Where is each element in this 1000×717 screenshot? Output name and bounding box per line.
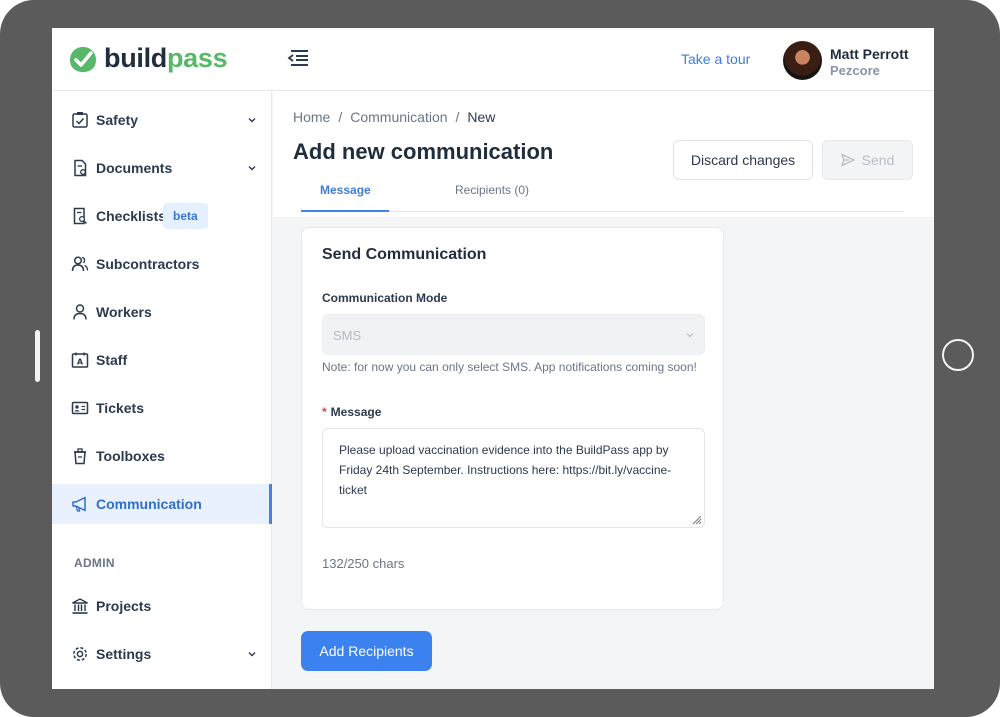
avatar[interactable] xyxy=(783,41,822,80)
discard-changes-button[interactable]: Discard changes xyxy=(673,140,813,180)
card-title: Send Communication xyxy=(322,246,487,263)
app-screen: buildpass Take a tour Matt Perrott Pezco… xyxy=(52,28,934,689)
tab-message[interactable]: Message xyxy=(320,183,371,197)
sidebar-item-safety[interactable]: Safety xyxy=(52,100,271,140)
communication-mode-value: SMS xyxy=(333,328,362,343)
user-name: Matt Perrott xyxy=(830,46,909,62)
send-icon xyxy=(840,153,855,167)
id-card-icon: A xyxy=(71,352,89,368)
logo-text-build: build xyxy=(104,43,167,73)
communication-mode-select[interactable]: SMS xyxy=(322,314,705,355)
sidebar-item-label: Settings xyxy=(96,646,152,662)
breadcrumb-current: New xyxy=(467,109,496,125)
chevron-down-icon xyxy=(248,652,256,657)
mode-note: Note: for now you can only select SMS. A… xyxy=(322,360,697,374)
breadcrumb-separator: / xyxy=(338,109,343,125)
sidebar-item-projects[interactable]: Projects xyxy=(52,586,271,626)
sidebar-item-workers[interactable]: Workers xyxy=(52,292,271,332)
sidebar-item-label: Subcontractors xyxy=(96,256,200,272)
resize-handle-icon[interactable] xyxy=(692,515,702,525)
breadcrumb-separator: / xyxy=(455,109,460,125)
sidebar-item-settings[interactable]: Settings xyxy=(52,634,271,674)
sidebar-item-label: Documents xyxy=(96,160,173,176)
active-tab-indicator xyxy=(301,210,389,212)
breadcrumb-home[interactable]: Home xyxy=(293,109,330,125)
svg-text:A: A xyxy=(77,358,84,367)
breadcrumb-communication[interactable]: Communication xyxy=(350,109,447,125)
document-icon xyxy=(74,159,87,177)
buildpass-logo[interactable]: buildpass xyxy=(66,43,228,74)
character-count: 132/250 chars xyxy=(322,556,405,571)
message-text: Please upload vaccination evidence into … xyxy=(339,443,672,497)
chevron-down-icon xyxy=(686,333,694,338)
beta-badge: beta xyxy=(163,203,208,229)
message-textarea[interactable]: Please upload vaccination evidence into … xyxy=(322,428,705,528)
message-label: * Message xyxy=(322,405,381,419)
logo-check-icon xyxy=(70,46,96,72)
logo-text: buildpass xyxy=(104,43,228,74)
sidebar-item-documents[interactable]: Documents xyxy=(52,148,271,188)
ticket-icon xyxy=(71,401,89,415)
take-tour-link[interactable]: Take a tour xyxy=(681,51,750,67)
page-title: Add new communication xyxy=(293,139,554,164)
breadcrumb: Home / Communication / New xyxy=(293,109,495,125)
tablet-side-button xyxy=(35,330,40,382)
tab-recipients[interactable]: Recipients (0) xyxy=(455,183,529,197)
top-bar: buildpass Take a tour Matt Perrott Pezco… xyxy=(52,28,934,91)
message-label-text: Message xyxy=(330,405,382,419)
user-icon xyxy=(73,304,87,320)
toolbox-icon xyxy=(74,448,86,465)
menu-collapse-icon[interactable] xyxy=(287,48,309,68)
sidebar-item-tickets[interactable]: Tickets xyxy=(52,388,271,428)
tabs-divider xyxy=(301,211,904,212)
communication-mode-label: Communication Mode xyxy=(322,291,448,305)
admin-section-label: ADMIN xyxy=(74,556,115,570)
chevron-down-icon xyxy=(248,118,256,123)
page-header: Home / Communication / New Add new communica… xyxy=(273,91,934,217)
tablet-home-button xyxy=(942,339,974,371)
megaphone-icon xyxy=(72,496,86,512)
building-icon xyxy=(72,598,88,614)
users-icon xyxy=(71,256,89,272)
checkbox-clipboard-icon xyxy=(72,112,88,128)
sidebar-item-label: Safety xyxy=(96,112,139,128)
sidebar-item-toolboxes[interactable]: Toolboxes xyxy=(52,436,271,476)
sidebar-item-label: Projects xyxy=(96,598,152,614)
chevron-down-icon xyxy=(248,166,256,171)
checklist-icon xyxy=(73,207,87,225)
send-communication-card: Send Communication Communication Mode SM… xyxy=(301,227,724,610)
send-button-label: Send xyxy=(861,152,895,168)
sidebar-item-label: Communication xyxy=(96,496,202,512)
sidebar-item-label: Workers xyxy=(96,304,152,320)
sidebar-item-subcontractors[interactable]: Subcontractors xyxy=(52,244,271,284)
required-marker: * xyxy=(322,405,327,419)
logo-text-pass: pass xyxy=(166,43,228,73)
add-recipients-button[interactable]: Add Recipients xyxy=(301,631,432,671)
sidebar-item-staff[interactable]: A Staff xyxy=(52,340,271,380)
tablet-frame: buildpass Take a tour Matt Perrott Pezco… xyxy=(0,0,1000,717)
sidebar-item-label: Toolboxes xyxy=(96,448,165,464)
sidebar: Safety Documents Checklists beta Subcont… xyxy=(52,91,272,689)
sidebar-item-label: Staff xyxy=(96,352,128,368)
sidebar-item-communication[interactable]: Communication xyxy=(52,484,272,524)
sidebar-item-label: Checklists xyxy=(96,208,167,224)
user-organization: Pezcore xyxy=(830,63,880,78)
sidebar-item-checklists[interactable]: Checklists beta xyxy=(52,196,271,236)
gear-icon xyxy=(73,647,87,661)
sidebar-item-label: Tickets xyxy=(96,400,144,416)
send-button[interactable]: Send xyxy=(822,140,913,180)
